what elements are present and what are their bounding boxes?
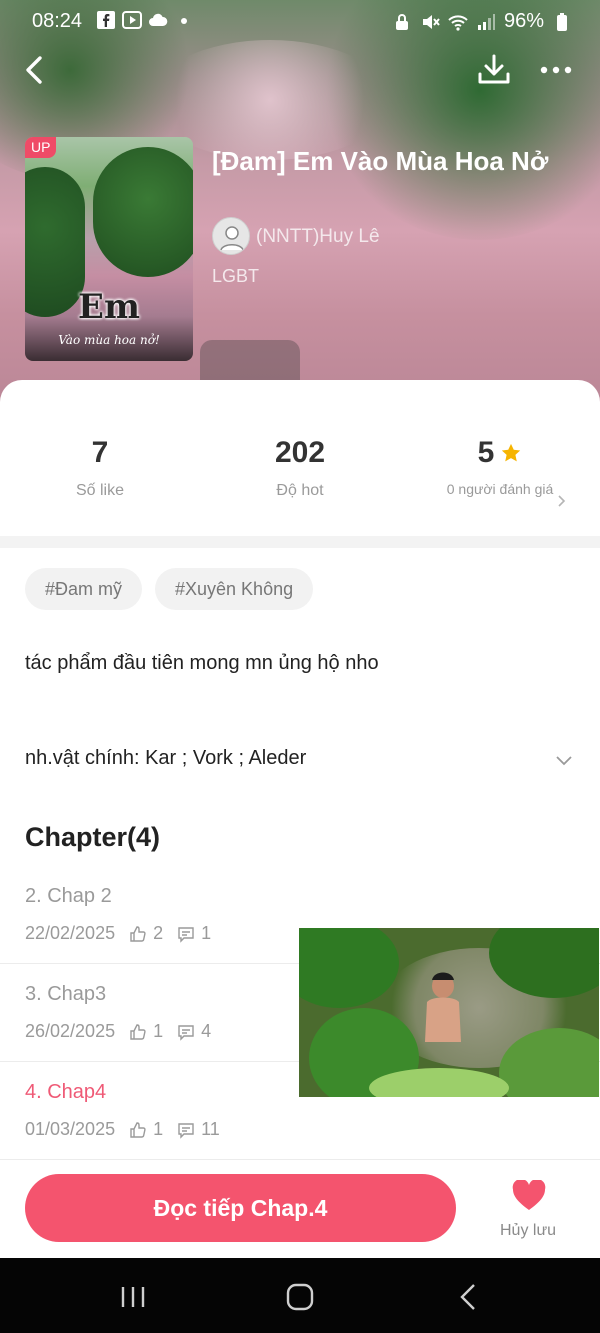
back-nav-button[interactable] [450,1282,490,1312]
back-button[interactable] [18,52,54,88]
rating-stat[interactable]: 5 0 người đánh giá [400,436,600,499]
hot-label: Độ hot [276,482,324,499]
rating-value: 5 [477,436,495,469]
section-divider [0,536,600,548]
home-button[interactable] [280,1282,320,1312]
chapter-title: 4. Chap4 [25,1081,107,1103]
cloud-icon [149,13,168,26]
person-image [425,972,461,1042]
tag-xuyen-khong[interactable]: #Xuyên Không [155,568,314,610]
heart-icon[interactable] [512,1180,546,1212]
author-name[interactable]: (NNTT)Huy Lê [256,226,380,248]
thumbs-up-icon [130,1121,146,1138]
unsave-label[interactable]: Hủy lưu [500,1222,556,1240]
comment-icon [178,1122,194,1139]
genre-label[interactable]: LGBT [212,266,259,287]
comment-icon [178,926,194,943]
recent-apps-button[interactable] [113,1282,153,1312]
author-avatar[interactable] [212,217,250,255]
chapter-title: 2. Chap 2 [25,885,112,907]
likes-stat: 7 Số like [0,436,200,500]
book-title: [Đam] Em Vào Mùa Hoa Nở [212,146,549,176]
main-characters[interactable]: nh.vật chính: Kar ; Vork ; Aleder [25,747,306,770]
battery-icon [557,12,567,31]
cover-title: Em [78,287,140,327]
dot-icon [181,18,187,24]
thumbs-up-icon [130,925,146,942]
mute-icon [422,14,440,29]
battery-percent: 96% [503,10,544,32]
hot-stat: 202 Độ hot [200,436,400,500]
wifi-icon [448,14,468,31]
video-app-icon [122,11,142,29]
chapter-comments: 4 [201,1021,212,1041]
facebook-icon [97,11,115,29]
cover-subtitle: Vào mùa hoa nở! [58,333,160,347]
signal-icon [477,13,495,30]
chapter-title: 3. Chap3 [25,983,107,1005]
chapter-date: 22/02/2025 [25,923,116,943]
chevron-down-icon[interactable] [554,750,574,770]
chapter-comments: 11 [201,1119,220,1139]
rating-label: 0 người đánh giá [446,481,554,497]
chapter-comments: 1 [201,923,212,943]
chapter-likes: 1 [153,1119,164,1139]
description: tác phẩm đầu tiên mong mn ủng hộ nho [25,652,379,674]
status-time: 08:24 [32,10,83,32]
chapter-likes: 1 [153,1021,164,1041]
chapter-date: 01/03/2025 [25,1119,116,1139]
book-cover[interactable]: UP Em Vào mùa hoa nở! [25,137,193,361]
thumbs-up-icon [130,1023,146,1040]
chapter-likes: 2 [153,923,164,943]
tag-dam-my[interactable]: #Đam mỹ [25,568,143,610]
floating-video-overlay[interactable] [299,928,599,1097]
chapter-date: 26/02/2025 [25,1021,116,1041]
status-bar: 08:24 96% [0,0,600,44]
more-options-button[interactable] [536,52,576,88]
update-badge: UP [25,137,57,158]
hot-count: 202 [274,436,326,469]
chapter-heading: Chapter(4) [25,822,161,852]
download-button[interactable] [476,52,512,88]
star-icon [502,443,521,462]
likes-count: 7 [91,436,109,469]
comment-icon [178,1024,194,1041]
lock-icon [395,13,408,30]
continue-reading-button[interactable]: Đọc tiếp Chap.4 [25,1174,456,1242]
chevron-right-icon[interactable] [554,494,568,508]
likes-label: Số like [75,482,125,499]
